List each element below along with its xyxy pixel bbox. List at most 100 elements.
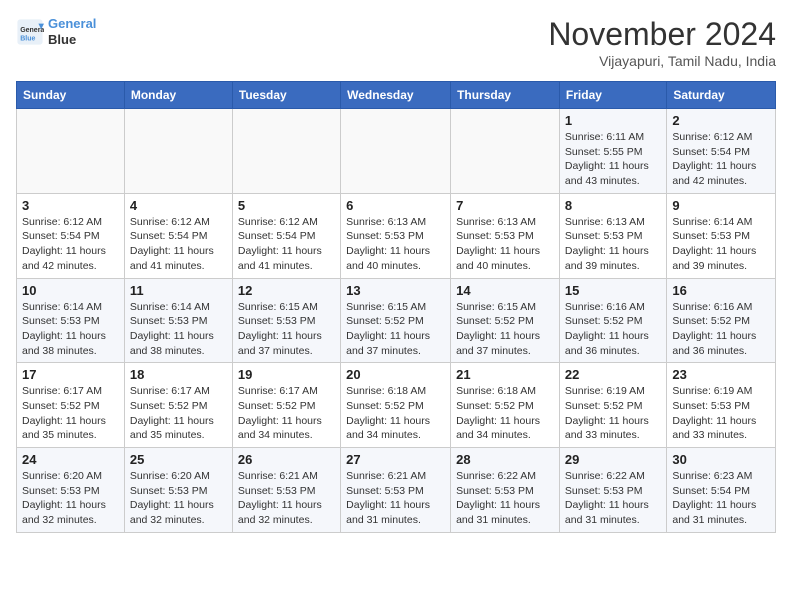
calendar-cell: 9 Sunrise: 6:14 AMSunset: 5:53 PMDaylight… bbox=[667, 193, 776, 278]
weekday-header-sunday: Sunday bbox=[17, 82, 125, 109]
day-number: 16 bbox=[672, 283, 770, 298]
day-number: 28 bbox=[456, 452, 554, 467]
calendar-cell: 30Sunrise: 6:23 AMSunset: 5:54 PMDayligh… bbox=[667, 448, 776, 533]
day-number: 4 bbox=[130, 198, 227, 213]
calendar-cell: 17Sunrise: 6:17 AMSunset: 5:52 PMDayligh… bbox=[17, 363, 125, 448]
day-info: Sunrise: 6:18 AMSunset: 5:52 PMDaylight:… bbox=[456, 384, 554, 443]
day-info: Sunrise: 6:13 AMSunset: 5:53 PMDaylight:… bbox=[346, 215, 445, 274]
day-number: 20 bbox=[346, 367, 445, 382]
weekday-header-friday: Friday bbox=[559, 82, 666, 109]
weekday-header-row: SundayMondayTuesdayWednesdayThursdayFrid… bbox=[17, 82, 776, 109]
calendar-cell: 29 Sunrise: 6:22 AMSunset: 5:53 PMDayligh… bbox=[559, 448, 666, 533]
title-block: November 2024 Vijayapuri, Tamil Nadu, In… bbox=[548, 16, 776, 69]
calendar-table: SundayMondayTuesdayWednesdayThursdayFrid… bbox=[16, 81, 776, 533]
logo-icon: General Blue bbox=[16, 18, 44, 46]
day-number: 13 bbox=[346, 283, 445, 298]
logo: General Blue GeneralBlue bbox=[16, 16, 96, 47]
day-number: 3 bbox=[22, 198, 119, 213]
day-number: 27 bbox=[346, 452, 445, 467]
day-info: Sunrise: 6:12 AMSunset: 5:54 PMDaylight:… bbox=[672, 130, 770, 189]
day-number: 14 bbox=[456, 283, 554, 298]
calendar-cell: 18Sunrise: 6:17 AMSunset: 5:52 PMDayligh… bbox=[124, 363, 232, 448]
day-info: Sunrise: 6:15 AMSunset: 5:53 PMDaylight:… bbox=[238, 300, 335, 359]
day-info: Sunrise: 6:15 AMSunset: 5:52 PMDaylight:… bbox=[456, 300, 554, 359]
week-row-5: 24 Sunrise: 6:20 AMSunset: 5:53 PMDayligh… bbox=[17, 448, 776, 533]
weekday-header-saturday: Saturday bbox=[667, 82, 776, 109]
calendar-cell: 8Sunrise: 6:13 AMSunset: 5:53 PMDaylight… bbox=[559, 193, 666, 278]
day-number: 29 bbox=[565, 452, 661, 467]
week-row-4: 17Sunrise: 6:17 AMSunset: 5:52 PMDayligh… bbox=[17, 363, 776, 448]
calendar-cell: 24Sunrise: 6:20 AMSunset: 5:53 PMDayligh… bbox=[17, 448, 125, 533]
day-number: 22 bbox=[565, 367, 661, 382]
day-info: Sunrise: 6:17 AMSunset: 5:52 PMDaylight:… bbox=[22, 384, 119, 443]
day-info: Sunrise: 6:12 AMSunset: 5:54 PMDaylight:… bbox=[22, 215, 119, 274]
calendar-cell: 14 Sunrise: 6:15 AMSunset: 5:52 PMDayligh… bbox=[451, 278, 560, 363]
day-info: Sunrise: 6:14 AMSunset: 5:53 PMDaylight:… bbox=[130, 300, 227, 359]
day-number: 12 bbox=[238, 283, 335, 298]
day-number: 1 bbox=[565, 113, 661, 128]
day-info: Sunrise: 6:22 AMSunset: 5:53 PMDaylight:… bbox=[565, 469, 661, 528]
calendar-cell: 26Sunrise: 6:21 AMSunset: 5:53 PMDayligh… bbox=[232, 448, 340, 533]
calendar-cell: 21 Sunrise: 6:18 AMSunset: 5:52 PMDayligh… bbox=[451, 363, 560, 448]
day-number: 21 bbox=[456, 367, 554, 382]
day-info: Sunrise: 6:15 AMSunset: 5:52 PMDaylight:… bbox=[346, 300, 445, 359]
day-info: Sunrise: 6:22 AMSunset: 5:53 PMDaylight:… bbox=[456, 469, 554, 528]
day-info: Sunrise: 6:17 AMSunset: 5:52 PMDaylight:… bbox=[238, 384, 335, 443]
calendar-cell: 11 Sunrise: 6:14 AMSunset: 5:53 PMDayligh… bbox=[124, 278, 232, 363]
calendar-cell: 15 Sunrise: 6:16 AMSunset: 5:52 PMDayligh… bbox=[559, 278, 666, 363]
calendar-cell: 25 Sunrise: 6:20 AMSunset: 5:53 PMDayligh… bbox=[124, 448, 232, 533]
calendar-cell: 1Sunrise: 6:11 AMSunset: 5:55 PMDaylight… bbox=[559, 109, 666, 194]
calendar-cell: 4 Sunrise: 6:12 AMSunset: 5:54 PMDaylight… bbox=[124, 193, 232, 278]
calendar-cell: 7 Sunrise: 6:13 AMSunset: 5:53 PMDaylight… bbox=[451, 193, 560, 278]
calendar-cell: 19 Sunrise: 6:17 AMSunset: 5:52 PMDayligh… bbox=[232, 363, 340, 448]
calendar-cell: 13 Sunrise: 6:15 AMSunset: 5:52 PMDayligh… bbox=[341, 278, 451, 363]
day-info: Sunrise: 6:23 AMSunset: 5:54 PMDaylight:… bbox=[672, 469, 770, 528]
weekday-header-wednesday: Wednesday bbox=[341, 82, 451, 109]
day-number: 9 bbox=[672, 198, 770, 213]
page-header: General Blue GeneralBlue November 2024 V… bbox=[16, 16, 776, 69]
calendar-cell: 28 Sunrise: 6:22 AMSunset: 5:53 PMDayligh… bbox=[451, 448, 560, 533]
day-number: 25 bbox=[130, 452, 227, 467]
day-number: 15 bbox=[565, 283, 661, 298]
calendar-cell bbox=[124, 109, 232, 194]
calendar-cell: 16Sunrise: 6:16 AMSunset: 5:52 PMDayligh… bbox=[667, 278, 776, 363]
day-number: 23 bbox=[672, 367, 770, 382]
logo-name: GeneralBlue bbox=[48, 16, 96, 47]
day-info: Sunrise: 6:14 AMSunset: 5:53 PMDaylight:… bbox=[22, 300, 119, 359]
week-row-2: 3 Sunrise: 6:12 AMSunset: 5:54 PMDaylight… bbox=[17, 193, 776, 278]
week-row-3: 10 Sunrise: 6:14 AMSunset: 5:53 PMDayligh… bbox=[17, 278, 776, 363]
day-info: Sunrise: 6:18 AMSunset: 5:52 PMDaylight:… bbox=[346, 384, 445, 443]
day-number: 6 bbox=[346, 198, 445, 213]
day-info: Sunrise: 6:17 AMSunset: 5:52 PMDaylight:… bbox=[130, 384, 227, 443]
weekday-header-tuesday: Tuesday bbox=[232, 82, 340, 109]
day-info: Sunrise: 6:14 AMSunset: 5:53 PMDaylight:… bbox=[672, 215, 770, 274]
day-info: Sunrise: 6:13 AMSunset: 5:53 PMDaylight:… bbox=[456, 215, 554, 274]
day-info: Sunrise: 6:19 AMSunset: 5:53 PMDaylight:… bbox=[672, 384, 770, 443]
svg-text:Blue: Blue bbox=[20, 35, 35, 42]
weekday-header-monday: Monday bbox=[124, 82, 232, 109]
calendar-cell: 27Sunrise: 6:21 AMSunset: 5:53 PMDayligh… bbox=[341, 448, 451, 533]
day-info: Sunrise: 6:16 AMSunset: 5:52 PMDaylight:… bbox=[565, 300, 661, 359]
day-info: Sunrise: 6:20 AMSunset: 5:53 PMDaylight:… bbox=[130, 469, 227, 528]
day-number: 7 bbox=[456, 198, 554, 213]
calendar-cell: 23 Sunrise: 6:19 AMSunset: 5:53 PMDayligh… bbox=[667, 363, 776, 448]
day-number: 26 bbox=[238, 452, 335, 467]
day-number: 24 bbox=[22, 452, 119, 467]
month-title: November 2024 bbox=[548, 16, 776, 53]
calendar-cell: 12 Sunrise: 6:15 AMSunset: 5:53 PMDayligh… bbox=[232, 278, 340, 363]
calendar-cell: 10 Sunrise: 6:14 AMSunset: 5:53 PMDayligh… bbox=[17, 278, 125, 363]
calendar-cell: 22Sunrise: 6:19 AMSunset: 5:52 PMDayligh… bbox=[559, 363, 666, 448]
week-row-1: 1Sunrise: 6:11 AMSunset: 5:55 PMDaylight… bbox=[17, 109, 776, 194]
calendar-cell: 2Sunrise: 6:12 AMSunset: 5:54 PMDaylight… bbox=[667, 109, 776, 194]
day-number: 19 bbox=[238, 367, 335, 382]
day-info: Sunrise: 6:12 AMSunset: 5:54 PMDaylight:… bbox=[130, 215, 227, 274]
day-number: 11 bbox=[130, 283, 227, 298]
calendar-cell: 6 Sunrise: 6:13 AMSunset: 5:53 PMDaylight… bbox=[341, 193, 451, 278]
weekday-header-thursday: Thursday bbox=[451, 82, 560, 109]
calendar-cell bbox=[341, 109, 451, 194]
svg-text:General: General bbox=[20, 27, 44, 34]
calendar-cell bbox=[451, 109, 560, 194]
location-text: Vijayapuri, Tamil Nadu, India bbox=[548, 53, 776, 69]
calendar-cell: 20 Sunrise: 6:18 AMSunset: 5:52 PMDayligh… bbox=[341, 363, 451, 448]
day-number: 10 bbox=[22, 283, 119, 298]
